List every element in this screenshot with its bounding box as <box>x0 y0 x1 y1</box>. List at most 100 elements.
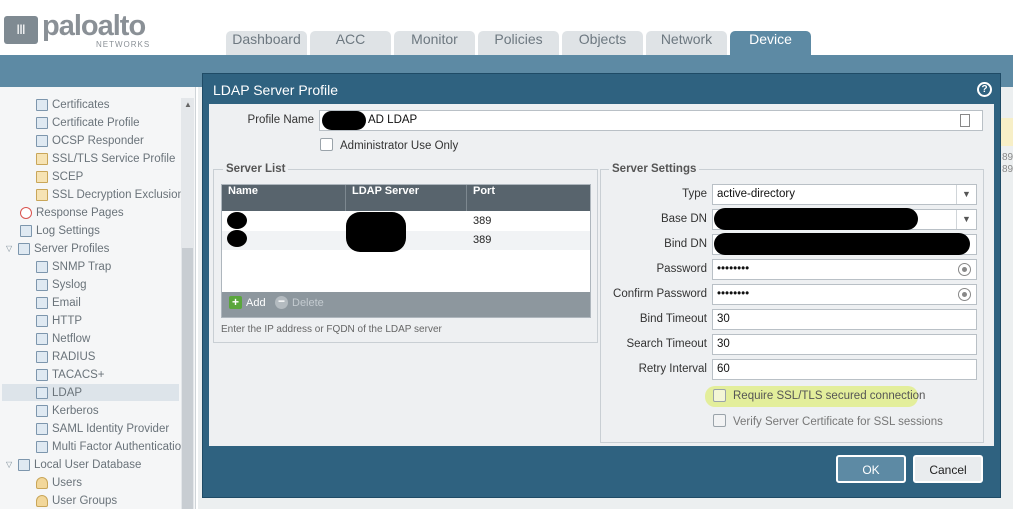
sidebar-item-http[interactable]: HTTP <box>36 312 82 329</box>
retry-interval-input[interactable]: 60 <box>712 359 977 380</box>
radius-icon <box>36 350 48 363</box>
require-ssl-checkbox[interactable] <box>713 389 726 402</box>
sidebar-item-label: SNMP Trap <box>52 260 112 273</box>
sidebar-item-users[interactable]: Users <box>36 474 82 491</box>
sidebar-item-label: SSL/TLS Service Profile <box>52 152 176 165</box>
sidebar-item-kerberos[interactable]: Kerberos <box>36 402 99 419</box>
type-select[interactable]: active-directory ▼ <box>712 184 977 205</box>
logo-text: paloalto <box>42 10 146 42</box>
dialog-title: LDAP Server Profile <box>213 82 339 98</box>
sidebar-item-saml-identity-provider[interactable]: SAML Identity Provider <box>36 420 169 437</box>
netflow-icon <box>36 332 48 345</box>
server-settings-legend: Server Settings <box>609 163 700 175</box>
ok-button[interactable]: OK <box>836 455 906 483</box>
chevron-down-icon[interactable]: ▼ <box>956 185 976 204</box>
show-password-icon[interactable] <box>958 288 971 301</box>
confirm-password-input[interactable]: •••••••• <box>712 284 977 305</box>
require-ssl-label: Require SSL/TLS secured connection <box>733 390 926 402</box>
sidebar-scrollbar-thumb[interactable] <box>182 248 193 509</box>
sidebar-item-ssl-decryption-exclusion[interactable]: SSL Decryption Exclusion <box>36 186 184 203</box>
tab-policies[interactable]: Policies <box>478 31 559 56</box>
redacted-name <box>227 230 247 247</box>
search-timeout-value: 30 <box>717 338 730 350</box>
show-password-icon[interactable] <box>958 263 971 276</box>
sidebar-item-ocsp-responder[interactable]: OCSP Responder <box>36 132 144 149</box>
sidebar-item-radius[interactable]: RADIUS <box>36 348 95 365</box>
administrator-use-only-label: Administrator Use Only <box>340 140 459 152</box>
sidebar-item-netflow[interactable]: Netflow <box>36 330 90 347</box>
sidebar-item-server-profiles[interactable]: ▽ Server Profiles <box>6 240 109 257</box>
sidebar-item-syslog[interactable]: Syslog <box>36 276 87 293</box>
scroll-up-arrow-icon[interactable]: ▲ <box>184 100 192 109</box>
ocsp-icon <box>36 134 48 147</box>
sidebar-item-label: Syslog <box>52 278 87 291</box>
lock-icon <box>36 170 48 183</box>
sidebar-item-user-groups[interactable]: User Groups <box>36 492 117 509</box>
password-label: Password <box>656 263 708 275</box>
logo-subtext: NETWORKS <box>96 40 151 49</box>
verify-server-certificate-checkbox[interactable] <box>713 414 726 427</box>
column-port[interactable]: Port <box>467 185 590 211</box>
tab-dashboard[interactable]: Dashboard <box>226 31 307 56</box>
sidebar-item-certificates[interactable]: Certificates <box>36 96 110 113</box>
sidebar-item-multi-factor-authentication[interactable]: Multi Factor Authentication <box>36 438 188 455</box>
syslog-icon <box>36 278 48 291</box>
row-highlight <box>1000 118 1013 146</box>
table-row[interactable]: 389 <box>222 231 590 250</box>
chevron-down-icon[interactable]: ▼ <box>956 210 976 229</box>
help-icon[interactable]: ? <box>977 82 992 97</box>
add-button[interactable]: + Add <box>229 296 266 309</box>
sidebar-item-snmp-trap[interactable]: SNMP Trap <box>36 258 111 275</box>
sidebar-item-response-pages[interactable]: Response Pages <box>20 204 124 221</box>
background-values: 89 89 <box>1002 152 1013 176</box>
sidebar-item-scep[interactable]: SCEP <box>36 168 83 185</box>
tab-objects[interactable]: Objects <box>562 31 643 56</box>
tab-acc[interactable]: ACC <box>310 31 391 56</box>
redacted-text <box>322 111 366 130</box>
profile-name-input[interactable]: AD LDAP <box>319 110 983 131</box>
email-icon <box>36 296 48 309</box>
tab-network[interactable]: Network <box>646 31 727 56</box>
mfa-icon <box>36 440 48 453</box>
redacted-ldap-server <box>346 212 406 252</box>
sidebar-item-certificate-profile[interactable]: Certificate Profile <box>36 114 140 131</box>
column-name[interactable]: Name <box>222 185 346 211</box>
verify-server-certificate-label: Verify Server Certificate for SSL sessio… <box>733 416 943 428</box>
administrator-use-only-checkbox[interactable] <box>320 138 333 151</box>
table-row[interactable]: 389 <box>222 212 590 231</box>
type-label: Type <box>682 188 707 200</box>
sidebar-item-label: User Groups <box>52 494 118 507</box>
retry-interval-value: 60 <box>717 363 730 375</box>
sidebar-item-label: Multi Factor Authentication <box>52 440 188 453</box>
sidebar-item-label: RADIUS <box>52 350 96 363</box>
sidebar-item-local-user-database[interactable]: ▽ Local User Database <box>6 456 141 473</box>
retry-interval-label: Retry Interval <box>638 363 707 375</box>
grid-toolbar: + Add − Delete <box>222 292 590 317</box>
background-value: 89 <box>1002 152 1013 163</box>
cancel-button[interactable]: Cancel <box>913 455 983 483</box>
user-icon <box>36 476 48 489</box>
bind-timeout-label: Bind Timeout <box>639 313 707 325</box>
sidebar-item-tacacs[interactable]: TACACS+ <box>36 366 105 383</box>
search-timeout-input[interactable]: 30 <box>712 334 977 355</box>
bind-timeout-input[interactable]: 30 <box>712 309 977 330</box>
sidebar-item-ldap[interactable]: LDAP <box>2 384 179 401</box>
saml-icon <box>36 422 48 435</box>
grid-header: Name LDAP Server Port <box>222 185 590 211</box>
password-input[interactable]: •••••••• <box>712 259 977 280</box>
sidebar-item-email[interactable]: Email <box>36 294 81 311</box>
sidebar-item-label: Response Pages <box>36 206 124 219</box>
sidebar-item-log-settings[interactable]: Log Settings <box>20 222 100 239</box>
no-entry-icon <box>20 206 32 219</box>
delete-button[interactable]: − Delete <box>275 295 324 309</box>
tab-monitor[interactable]: Monitor <box>394 31 475 56</box>
http-icon <box>36 314 48 327</box>
base-dn-label: Base DN <box>660 213 707 225</box>
expand-caret-icon[interactable]: ▽ <box>6 244 16 253</box>
expand-caret-icon[interactable]: ▽ <box>6 460 16 469</box>
redacted-base-dn <box>714 208 918 230</box>
tab-device[interactable]: Device <box>730 31 811 56</box>
sidebar-item-ssl-tls-service-profile[interactable]: SSL/TLS Service Profile <box>36 150 175 167</box>
variable-picker-icon[interactable] <box>960 114 970 127</box>
column-ldap-server[interactable]: LDAP Server <box>346 185 467 211</box>
